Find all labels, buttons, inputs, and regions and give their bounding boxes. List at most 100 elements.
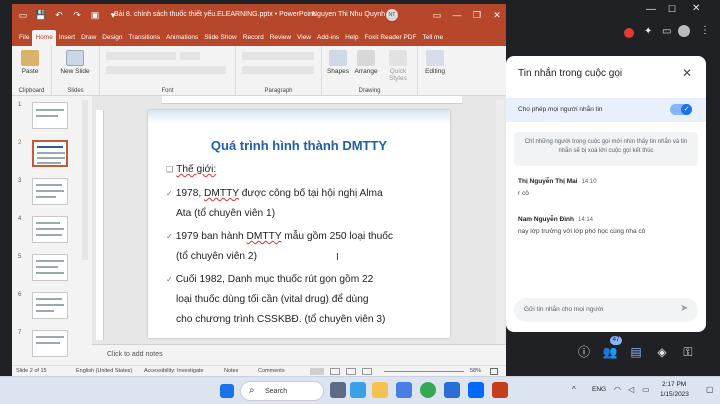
notes-button[interactable]: Notes (224, 368, 238, 374)
zoom-level[interactable]: 58% (470, 368, 481, 374)
slide-bullet-continuation[interactable]: cho chương trình CSSKBĐ. (tổ chuyên viên… (176, 314, 385, 325)
save-icon[interactable]: 💾 (34, 8, 48, 22)
slide-bullet-continuation[interactable]: (tổ chuyên viên 2) (176, 251, 257, 262)
start-from-beginning-icon[interactable]: ▣ (88, 8, 102, 22)
slide-thumbnail[interactable] (32, 216, 68, 243)
fit-slide-icon[interactable] (490, 368, 498, 375)
tab-insert[interactable]: Insert (56, 30, 78, 46)
clock-date[interactable]: 1/15/2023 (660, 391, 689, 398)
zoom-slider[interactable] (384, 371, 464, 372)
task-view-icon[interactable] (330, 382, 346, 398)
wifi-icon[interactable]: ◠ (614, 385, 621, 394)
comments-button[interactable]: Comments (258, 368, 285, 374)
slide-thumbnail[interactable] (32, 178, 68, 205)
sidebar-icon[interactable]: ▭ (662, 26, 671, 37)
teams-icon[interactable] (444, 382, 460, 398)
slide-bullet[interactable]: ✓ 1979 ban hành DMTTY mẫu gồm 250 loại th… (166, 231, 393, 242)
tab-record[interactable]: Record (240, 30, 267, 46)
file-explorer-icon[interactable] (372, 382, 388, 398)
maximize-icon[interactable]: ☐ (668, 4, 676, 15)
start-icon[interactable] (220, 384, 234, 398)
tab-add-ins[interactable]: Add-ins (314, 30, 342, 46)
people-icon[interactable]: 👥 (602, 344, 618, 360)
slide-bullet[interactable]: ✓ 1978, DMTTY được công bố tại hội nghị A… (166, 188, 383, 199)
tab-foxit-reader-pdf[interactable]: Foxit Reader PDF (361, 30, 419, 46)
extension-icon[interactable] (624, 28, 634, 38)
zalo-icon[interactable] (468, 382, 484, 398)
close-icon[interactable]: ✕ (692, 3, 700, 14)
profile-avatar[interactable] (678, 25, 690, 37)
redo-icon[interactable]: ↷ (70, 8, 84, 22)
thumbnail-scrollbar[interactable] (82, 100, 88, 260)
thumbnail-5[interactable]: 5 (16, 254, 82, 284)
language-indicator[interactable]: ENG (592, 386, 606, 393)
restore-icon[interactable]: ❐ (470, 8, 484, 22)
font-format-buttons[interactable] (106, 66, 226, 74)
battery-icon[interactable]: ▭ (642, 385, 650, 394)
editing-button[interactable]: Editing (422, 50, 448, 75)
minimize-icon[interactable]: — (646, 4, 656, 15)
slide-bullet[interactable]: ✓ Cuối 1982, Danh mục thuốc rút gọn gồm 2… (166, 274, 373, 285)
normal-view-icon[interactable] (310, 368, 324, 375)
autosave-icon[interactable]: ▭ (16, 8, 30, 22)
close-icon[interactable]: ✕ (490, 8, 504, 22)
language-status[interactable]: English (United States) (76, 368, 132, 374)
font-name-select[interactable] (106, 52, 176, 60)
info-icon[interactable]: ⓘ (576, 344, 592, 360)
powerpoint-icon[interactable] (492, 382, 508, 398)
slide-bullet-continuation[interactable]: Ata (tổ chuyên viên 1) (176, 208, 275, 219)
tab-transitions[interactable]: Transitions (126, 30, 164, 46)
tab-design[interactable]: Design (99, 30, 125, 46)
minimize-icon[interactable]: — (450, 8, 464, 22)
avatar[interactable]: NT (386, 9, 398, 21)
thumbnail-3[interactable]: 3 (16, 178, 82, 208)
tab-home[interactable]: Home (32, 30, 56, 46)
tab-slide-show[interactable]: Slide Show (201, 30, 240, 46)
thumbnail-6[interactable]: 6 (16, 292, 82, 322)
allow-messages-toggle[interactable]: ✓ (670, 104, 692, 115)
slide-thumbnail-selected[interactable] (32, 140, 68, 167)
host-controls-icon[interactable]: ⚿ (680, 344, 696, 360)
slide-sorter-icon[interactable] (330, 368, 340, 375)
search-box[interactable]: ⌕ Search (240, 381, 324, 401)
allow-messages-setting[interactable]: Cho phép mọi người nhắn tin ✓ (506, 98, 706, 122)
volume-icon[interactable]: ◁ (628, 385, 634, 394)
tab-animations[interactable]: Animations (163, 30, 201, 46)
slideshow-view-icon[interactable] (362, 368, 372, 375)
slide-thumbnail[interactable] (32, 330, 68, 357)
new-slide-button[interactable]: New Slide (60, 50, 90, 75)
vertical-scrollbar[interactable] (496, 100, 504, 344)
tab-tell-me[interactable]: Tell me (419, 30, 446, 46)
slide-canvas[interactable]: Quá trình hình thành DMTTY ❑ Thế giới: ✓ 1… (148, 110, 450, 338)
slide-thumbnail[interactable] (32, 102, 68, 129)
tab-help[interactable]: Help (342, 30, 361, 46)
tab-file[interactable]: File (16, 30, 32, 46)
tab-review[interactable]: Review (267, 30, 294, 46)
widgets-icon[interactable] (350, 382, 366, 398)
user-name[interactable]: Nguyen Thi Nhu Quynh (312, 11, 385, 18)
undo-icon[interactable]: ↶ (52, 8, 66, 22)
puzzle-icon[interactable]: ✦ (644, 26, 652, 37)
activities-icon[interactable]: ◈ (654, 344, 670, 360)
notes-pane[interactable]: Click to add notes (92, 344, 506, 365)
chat-icon[interactable]: ▤ (628, 344, 644, 360)
slide-bullet-continuation[interactable]: loại thuốc dùng tối cần (vital drug) để … (176, 294, 369, 305)
send-icon[interactable]: ➤ (680, 303, 688, 314)
quick-styles-button[interactable]: Quick Styles (382, 50, 414, 82)
tab-draw[interactable]: Draw (78, 30, 99, 46)
chrome-icon[interactable] (420, 382, 436, 398)
font-size-select[interactable] (180, 52, 200, 60)
tab-view[interactable]: View (294, 30, 314, 46)
accessibility-status[interactable]: Accessibility: Investigate (144, 368, 204, 374)
ribbon-display-icon[interactable]: ▭ (430, 8, 444, 22)
alignment-buttons[interactable] (242, 66, 314, 74)
shapes-button[interactable]: Shapes (326, 50, 350, 75)
slide-title[interactable]: Quá trình hình thành DMTTY (148, 138, 450, 153)
more-icon[interactable]: ⋮ (700, 25, 710, 36)
thumbnail-1[interactable]: 1 (16, 102, 82, 132)
message-input[interactable]: Gửi tin nhắn cho mọi người ➤ (514, 298, 698, 322)
reading-view-icon[interactable] (346, 368, 356, 375)
mail-icon[interactable] (396, 382, 412, 398)
clock-time[interactable]: 2:17 PM (662, 381, 686, 388)
paste-button[interactable]: Paste (18, 50, 42, 75)
